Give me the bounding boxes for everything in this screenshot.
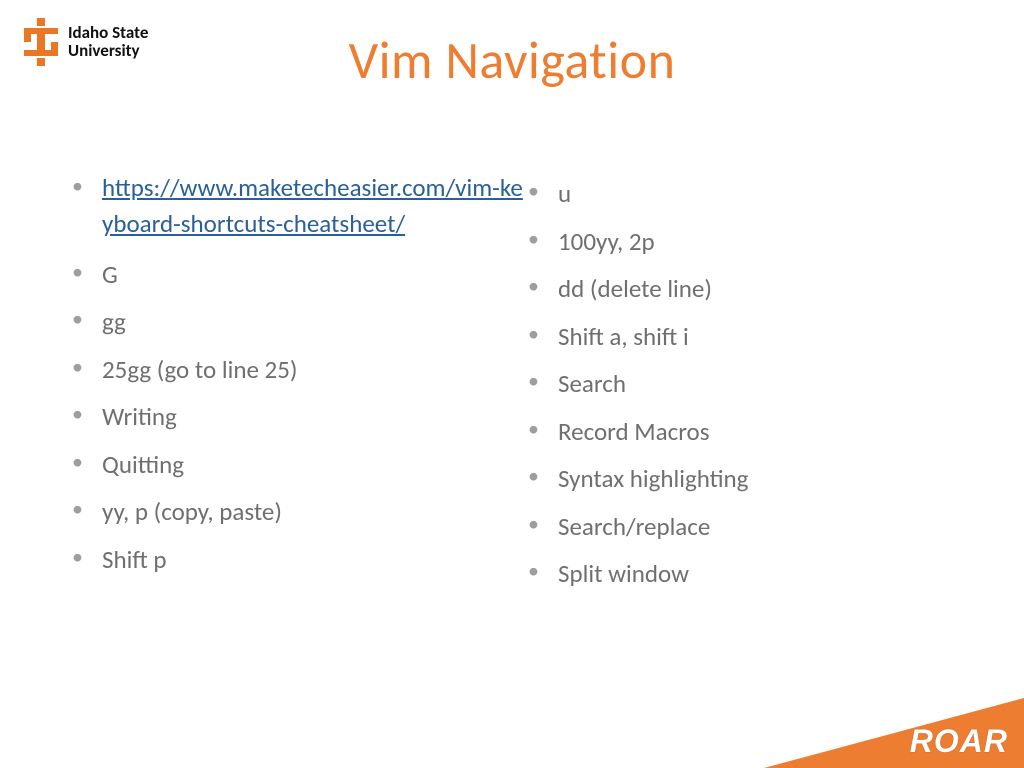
list-item: Search/replace: [528, 503, 984, 551]
list-item: 25gg (go to line 25): [72, 346, 528, 394]
list-item: gg: [72, 298, 528, 346]
content-columns: https://www.maketecheasier.com/vim-keybo…: [72, 170, 984, 598]
list-item: Shift p: [72, 536, 528, 584]
right-column: u100yy, 2pdd (delete line)Shift a, shift…: [528, 170, 984, 598]
list-item: Quitting: [72, 441, 528, 489]
right-list: u100yy, 2pdd (delete line)Shift a, shift…: [528, 170, 984, 598]
roar-banner: ROAR: [764, 688, 1024, 768]
cheatsheet-link[interactable]: https://www.maketecheasier.com/vim-keybo…: [102, 172, 523, 239]
list-item: Syntax highlighting: [528, 455, 984, 503]
list-item: Split window: [528, 550, 984, 598]
slide-title: Vim Navigation: [0, 28, 1024, 92]
left-list: https://www.maketecheasier.com/vim-keybo…: [72, 170, 528, 583]
list-item: 100yy, 2p: [528, 218, 984, 266]
list-item: Record Macros: [528, 408, 984, 456]
slide: Idaho State University Vim Navigation ht…: [0, 0, 1024, 768]
left-column: https://www.maketecheasier.com/vim-keybo…: [72, 170, 528, 598]
list-item-link: https://www.maketecheasier.com/vim-keybo…: [72, 170, 528, 251]
list-item: Search: [528, 360, 984, 408]
list-item: yy, p (copy, paste): [72, 488, 528, 536]
list-item: G: [72, 251, 528, 299]
list-item: Writing: [72, 393, 528, 441]
roar-text: ROAR: [910, 723, 1008, 760]
list-item: dd (delete line): [528, 265, 984, 313]
list-item: u: [528, 170, 984, 218]
list-item: Shift a, shift i: [528, 313, 984, 361]
